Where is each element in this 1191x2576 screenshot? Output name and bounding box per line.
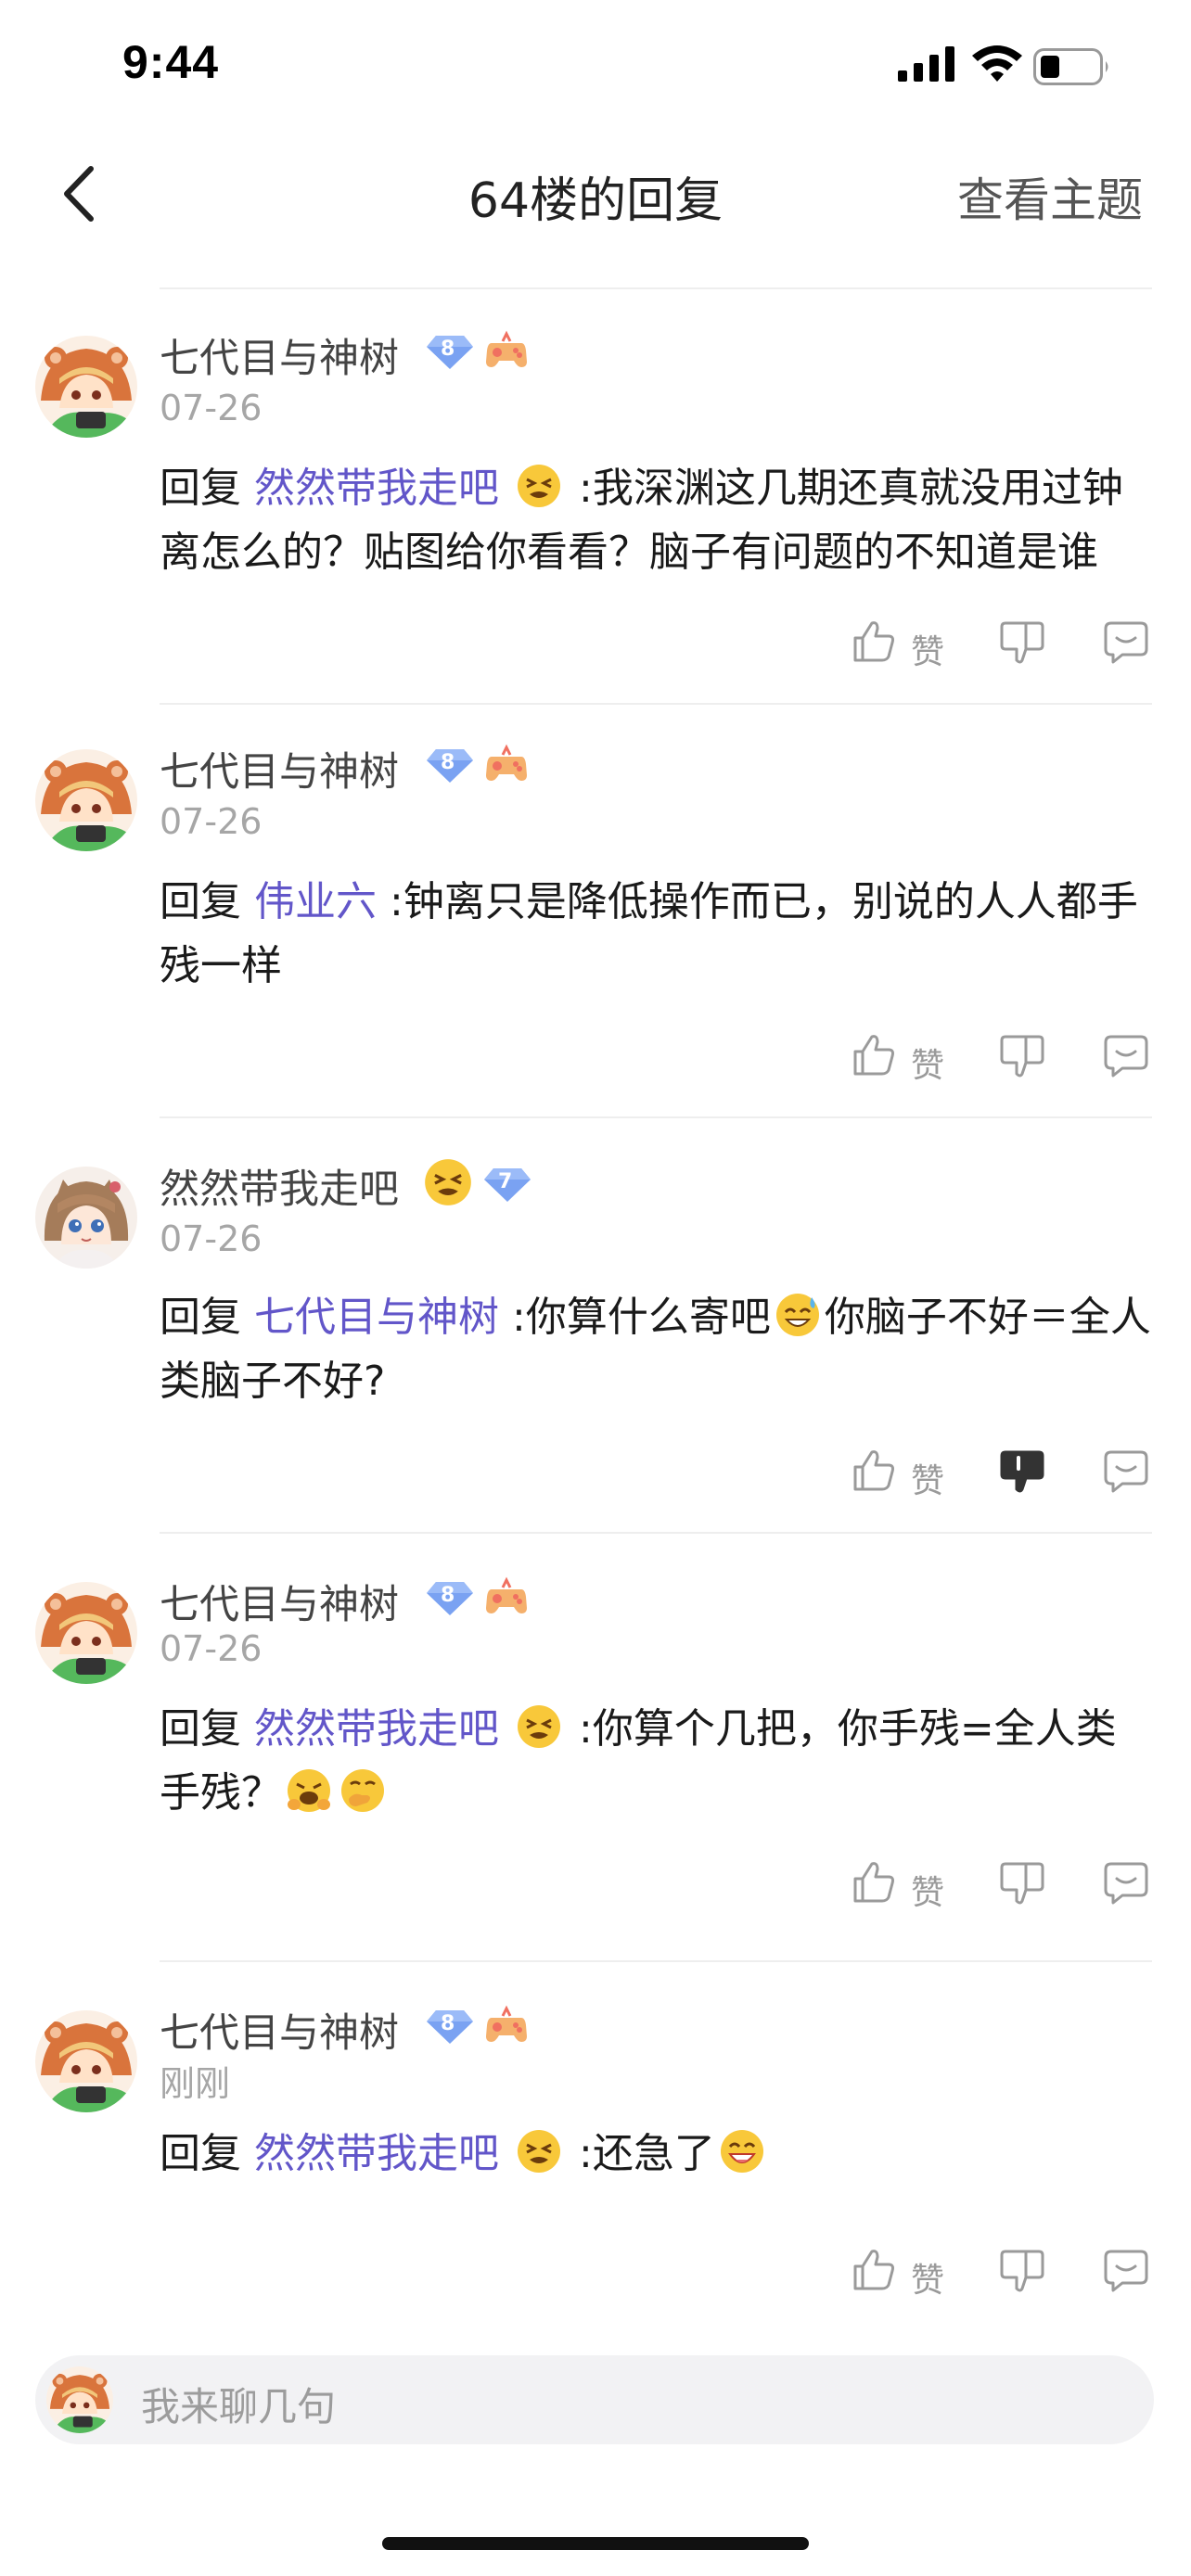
thumbs-up-icon[interactable] xyxy=(850,1858,898,1906)
username[interactable]: 然然带我走吧 xyxy=(160,1157,399,1215)
nav-bar: 64楼的回复 查看主题 xyxy=(0,139,1191,250)
home-indicator[interactable] xyxy=(382,2537,809,2550)
level-number: 8 xyxy=(441,1584,455,1607)
hand-over-mouth-emoji-icon xyxy=(339,1767,386,1814)
avatar xyxy=(46,2366,113,2433)
like-label[interactable]: 赞 xyxy=(911,1866,944,1914)
like-label[interactable]: 赞 xyxy=(911,2253,944,2302)
comment-text: 回复 然然带我走吧 :你算个几把，你手残=全人类手残？ xyxy=(160,1697,1154,1825)
thumbs-down-filled-icon[interactable] xyxy=(998,1447,1046,1495)
avatar[interactable] xyxy=(35,2010,137,2112)
status-bar: 9:44 xyxy=(0,0,1191,139)
thumbs-up-icon[interactable] xyxy=(850,1031,898,1079)
level-number: 8 xyxy=(441,751,455,774)
thumbs-up-icon[interactable] xyxy=(850,1447,898,1495)
comment-text: 回复 然然带我走吧 :还急了 xyxy=(160,2122,1154,2186)
divider xyxy=(160,703,1152,705)
comment-text: 回复 七代目与神树 :你算什么寄吧 你脑子不好＝全人类脑子不好? xyxy=(160,1285,1154,1413)
divider xyxy=(160,1532,1152,1534)
status-time: 9:44 xyxy=(122,36,220,88)
tired-face-emoji-icon xyxy=(516,2128,562,2174)
like-label[interactable]: 赞 xyxy=(911,1454,944,1502)
reply-bubble-icon[interactable] xyxy=(1102,1447,1150,1495)
avatar[interactable] xyxy=(35,1582,137,1684)
gamepad-icon xyxy=(484,2005,529,2047)
mention-link[interactable]: 七代目与神树 xyxy=(254,1294,499,1341)
mention-link[interactable]: 伟业六 xyxy=(254,878,377,925)
thumbs-up-icon[interactable] xyxy=(850,2246,898,2294)
reply-body: :你算什么寄吧 xyxy=(512,1294,771,1341)
avatar[interactable] xyxy=(35,336,137,438)
gamepad-icon xyxy=(484,744,529,786)
tired-face-emoji-icon xyxy=(516,463,562,509)
reply-prefix: 回复 xyxy=(160,1705,241,1753)
comment-text: 回复 伟业六 :钟离只是降低操作而已，别说的人人都手残一样 xyxy=(160,870,1154,998)
thumbs-up-icon[interactable] xyxy=(850,618,898,666)
comment-actions: 赞 xyxy=(0,1858,1191,1914)
reply-bubble-icon[interactable] xyxy=(1102,1858,1150,1906)
username[interactable]: 七代目与神树 xyxy=(160,326,399,384)
username[interactable]: 七代目与神树 xyxy=(160,2001,399,2059)
avatar[interactable] xyxy=(35,1167,137,1269)
tired-face-emoji-icon xyxy=(423,1157,473,1207)
like-label[interactable]: 赞 xyxy=(911,625,944,673)
battery-icon xyxy=(1033,48,1108,85)
laughing-emoji-icon xyxy=(286,1767,332,1814)
comment-input-bar[interactable]: 我来聊几句 xyxy=(35,2355,1154,2444)
tired-face-emoji-icon xyxy=(516,1703,562,1750)
gamepad-icon xyxy=(484,1576,529,1619)
username[interactable]: 七代目与神树 xyxy=(160,740,399,797)
comment-actions: 赞 xyxy=(0,1447,1191,1502)
view-topic-button[interactable]: 查看主题 xyxy=(957,163,1143,230)
mention-link[interactable]: 然然带我走吧 xyxy=(254,1705,499,1753)
cellular-signal-icon xyxy=(898,46,954,82)
mention-link[interactable]: 然然带我走吧 xyxy=(254,465,499,512)
thumbs-down-icon[interactable] xyxy=(998,1031,1046,1079)
level-number: 8 xyxy=(441,2012,455,2035)
divider xyxy=(160,1960,1152,1962)
reply-prefix: 回复 xyxy=(160,1294,241,1341)
sweat-smile-emoji-icon xyxy=(775,1292,821,1338)
mention-link[interactable]: 然然带我走吧 xyxy=(254,2130,499,2177)
wifi-icon xyxy=(972,45,1022,82)
divider xyxy=(160,287,1152,289)
gamepad-icon xyxy=(484,330,529,373)
like-label[interactable]: 赞 xyxy=(911,1039,944,1087)
comment-date: 07-26 xyxy=(160,1218,263,1259)
divider xyxy=(160,1116,1152,1118)
comment-date: 07-26 xyxy=(160,1628,263,1669)
grinning-emoji-icon xyxy=(719,2128,765,2174)
reply-bubble-icon[interactable] xyxy=(1102,1031,1150,1079)
level-number: 7 xyxy=(498,1170,513,1193)
comment-date: 07-26 xyxy=(160,801,263,842)
comment-date: 07-26 xyxy=(160,388,263,428)
reply-bubble-icon[interactable] xyxy=(1102,618,1150,666)
reply-prefix: 回复 xyxy=(160,465,241,512)
username[interactable]: 七代目与神树 xyxy=(160,1573,399,1630)
reply-prefix: 回复 xyxy=(160,878,241,925)
reply-body: :还急了 xyxy=(579,2130,715,2177)
comment-actions: 赞 xyxy=(0,2246,1191,2302)
comment-input-placeholder[interactable]: 我来聊几句 xyxy=(141,2376,336,2432)
avatar[interactable] xyxy=(35,749,137,851)
thumbs-down-icon[interactable] xyxy=(998,2246,1046,2294)
thumbs-down-icon[interactable] xyxy=(998,618,1046,666)
comment-date: 刚刚 xyxy=(160,2063,231,2104)
comment-text: 回复 然然带我走吧 :我深渊这几期还真就没用过钟离怎么的？贴图给你看看？脑子有问… xyxy=(160,456,1154,584)
reply-bubble-icon[interactable] xyxy=(1102,2246,1150,2294)
reply-prefix: 回复 xyxy=(160,2130,241,2177)
thumbs-down-icon[interactable] xyxy=(998,1858,1046,1906)
comment-actions: 赞 xyxy=(0,1031,1191,1087)
level-number: 8 xyxy=(441,338,455,361)
comment-actions: 赞 xyxy=(0,618,1191,673)
